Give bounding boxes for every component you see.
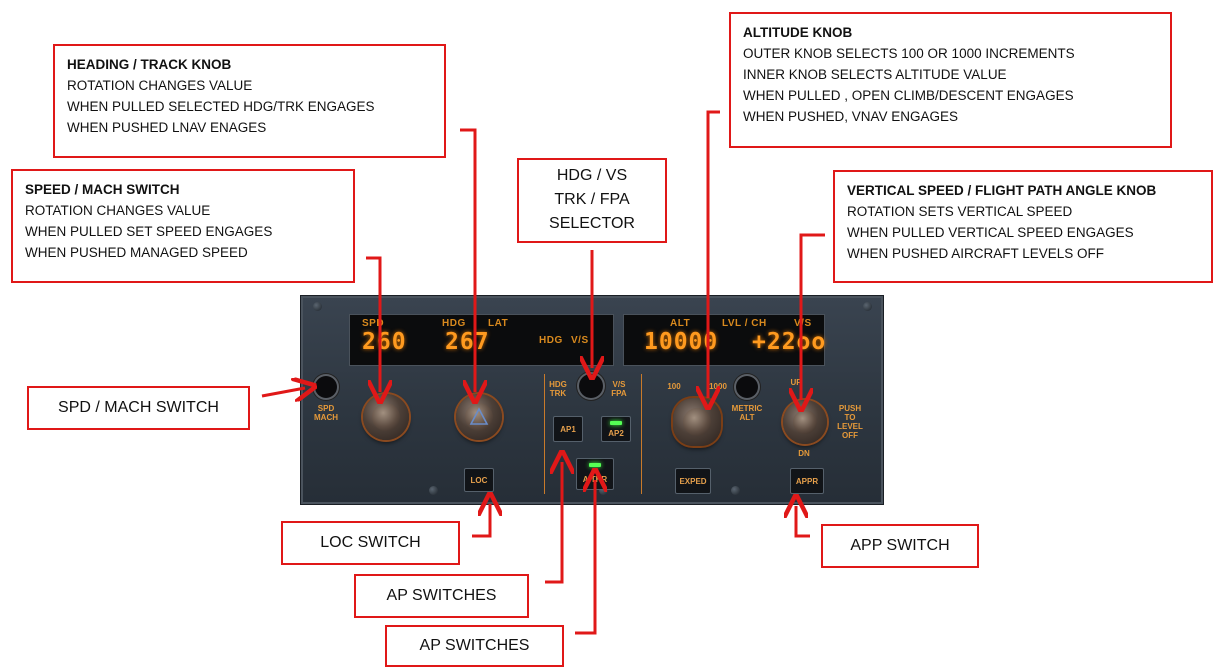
panel-screw xyxy=(429,486,438,495)
loc-switch-label: LOC SWITCH xyxy=(281,521,460,565)
panel-screw xyxy=(731,486,740,495)
callout-title: HEADING / TRACK KNOB xyxy=(67,57,232,72)
spd-mach-label: SPD MACH xyxy=(314,404,338,422)
altitude-knob-cap xyxy=(683,408,711,436)
panel-screw xyxy=(863,302,872,311)
app-switch-label: APP SWITCH xyxy=(821,524,979,568)
callout-line: SELECTOR xyxy=(549,215,635,232)
flight-control-unit-panel: SPD 260 HDG LAT 267 HDG V/S ALT LVL / CH… xyxy=(300,295,884,505)
callout-title: SPEED / MACH SWITCH xyxy=(25,182,180,197)
heading-track-knob-callout: HEADING / TRACK KNOB ROTATION CHANGES VA… xyxy=(53,44,446,158)
panel-screw xyxy=(313,302,322,311)
hdg-mode-label: HDG xyxy=(539,335,563,346)
callout-line: ROTATION SETS VERTICAL SPEED xyxy=(847,204,1073,219)
callout-line: WHEN PUSHED LNAV ENAGES xyxy=(67,120,267,135)
callout-title: ALTITUDE KNOB xyxy=(743,25,853,40)
alt-scale-100: 100 xyxy=(667,382,681,391)
heading-value: 267 xyxy=(445,329,490,355)
hdg-vs-selector-button[interactable] xyxy=(579,374,603,398)
callout-line: WHEN PUSHED MANAGED SPEED xyxy=(25,245,248,260)
alt-scale-1000: 1000 xyxy=(709,382,727,391)
altitude-value: 10000 xyxy=(644,329,719,355)
callout-line: WHEN PULLED SELECTED HDG/TRK ENGAGES xyxy=(67,99,375,114)
ap-switches-label: AP SWITCHES xyxy=(354,574,529,618)
hdg-vs-selector-callout: HDG / VS TRK / FPA SELECTOR xyxy=(517,158,667,243)
altitude-knob[interactable] xyxy=(673,398,721,446)
hdg-display-label: HDG xyxy=(442,318,466,329)
callout-line: ROTATION CHANGES VALUE xyxy=(67,78,253,93)
exped-button[interactable]: EXPED xyxy=(675,468,711,494)
metric-alt-label: METRIC ALT xyxy=(731,404,763,422)
callout-title: VERTICAL SPEED / FLIGHT PATH ANGLE KNOB xyxy=(847,183,1157,198)
lvl-ch-display-label: LVL / CH xyxy=(722,318,767,329)
speed-knob-cap xyxy=(372,403,400,431)
athr-button[interactable]: A/THR xyxy=(576,458,614,490)
ap2-button[interactable]: AP2 xyxy=(601,416,631,442)
metric-alt-button[interactable] xyxy=(736,376,758,398)
vertical-speed-knob[interactable] xyxy=(783,400,827,444)
vs-dn-label: DN xyxy=(798,449,810,458)
callout-line: INNER KNOB SELECTS ALTITUDE VALUE xyxy=(743,67,1007,82)
spd-mach-button[interactable] xyxy=(315,376,337,398)
ap1-button[interactable]: AP1 xyxy=(553,416,583,442)
vs-up-label: UP xyxy=(790,378,802,387)
appr-button[interactable]: APPR xyxy=(790,468,824,494)
vs-mode-label: V/S xyxy=(571,335,589,346)
speed-value: 260 xyxy=(362,329,407,355)
vertical-speed-value: +22oo xyxy=(752,329,827,355)
callout-line: HDG / VS xyxy=(556,167,628,184)
push-level-off-label: PUSH TO LEVEL OFF xyxy=(837,404,863,440)
vertical-speed-knob-cap xyxy=(793,410,817,434)
callout-line: TRK / FPA xyxy=(554,191,630,208)
speed-knob[interactable] xyxy=(363,394,409,440)
altitude-knob-callout: ALTITUDE KNOB OUTER KNOB SELECTS 100 OR … xyxy=(729,12,1172,148)
lat-display-label: LAT xyxy=(488,318,509,329)
alt-display-label: ALT xyxy=(670,318,691,329)
athr-button-label: A/THR xyxy=(582,474,608,484)
spd-mach-switch-label: SPD / MACH SWITCH xyxy=(27,386,250,430)
vertical-speed-knob-callout: VERTICAL SPEED / FLIGHT PATH ANGLE KNOB … xyxy=(833,170,1213,283)
section-divider xyxy=(641,374,642,494)
vs-display-label: V/S xyxy=(794,318,812,329)
ap-switches-label-2: AP SWITCHES xyxy=(385,625,564,667)
heading-knob[interactable] xyxy=(456,394,502,440)
loc-button[interactable]: LOC xyxy=(464,468,494,492)
callout-line: WHEN PULLED , OPEN CLIMB/DESCENT ENGAGES xyxy=(743,88,1074,103)
mode-display: HDG V/S xyxy=(531,314,614,366)
ap2-engaged-lamp xyxy=(610,421,622,425)
spd-display-label: SPD xyxy=(362,318,385,329)
callout-line: WHEN PUSHED, VNAV ENGAGES xyxy=(743,109,959,124)
heading-knob-cap xyxy=(465,403,493,431)
section-divider xyxy=(544,374,545,494)
ap2-button-label: AP2 xyxy=(608,428,624,438)
spd-mach-arrow xyxy=(261,388,305,396)
callout-line: WHEN PUSHED AIRCRAFT LEVELS OFF xyxy=(847,246,1105,261)
callout-line: WHEN PULLED SET SPEED ENGAGES xyxy=(25,224,273,239)
callout-line: ROTATION CHANGES VALUE xyxy=(25,203,211,218)
athr-engaged-lamp xyxy=(589,463,601,467)
speed-mach-callout: SPEED / MACH SWITCH ROTATION CHANGES VAL… xyxy=(11,169,355,283)
callout-line: WHEN PULLED VERTICAL SPEED ENGAGES xyxy=(847,225,1134,240)
altitude-vs-display: ALT LVL / CH V/S 10000 +22oo xyxy=(623,314,825,366)
callout-line: OUTER KNOB SELECTS 100 OR 1000 INCREMENT… xyxy=(743,46,1075,61)
vs-fpa-label: V/S FPA xyxy=(611,380,627,398)
loc-arrow xyxy=(472,504,490,538)
hdg-trk-label: HDG TRK xyxy=(549,380,567,398)
app-switch-arrow xyxy=(796,506,810,538)
